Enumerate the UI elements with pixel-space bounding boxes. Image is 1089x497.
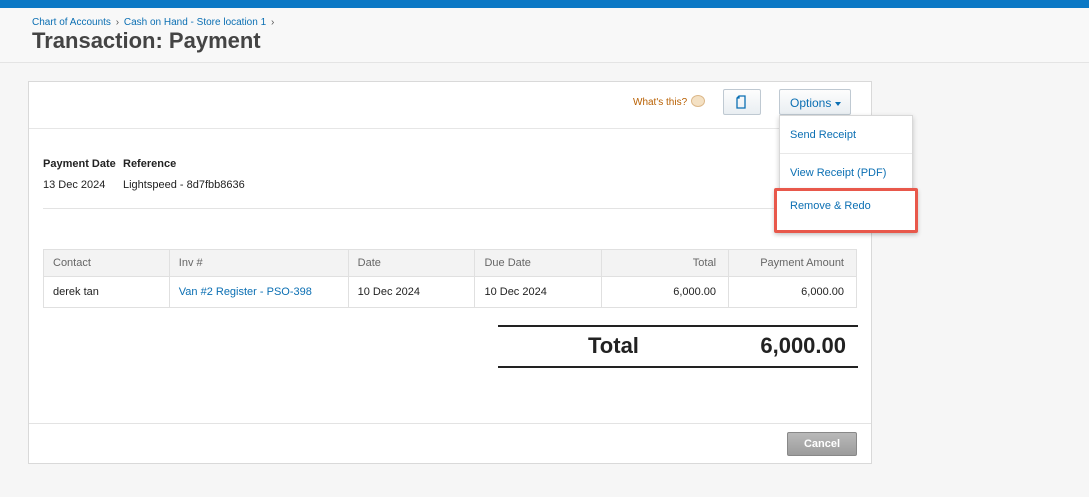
total-label: Total bbox=[588, 333, 639, 358]
column-header-contact: Contact bbox=[43, 249, 170, 277]
payment-table: Contact Inv # Date Due Date Total Paymen… bbox=[43, 249, 857, 308]
document-icon bbox=[736, 95, 746, 109]
chevron-down-icon bbox=[835, 101, 842, 106]
column-header-date: Date bbox=[347, 249, 476, 277]
cell-total: 6,000.00 bbox=[601, 276, 730, 308]
panel-toolbar: What's this? Options bbox=[29, 82, 871, 129]
menu-item-remove-redo-highlight: Remove & Redo bbox=[774, 188, 918, 233]
column-header-payment-amount: Payment Amount bbox=[728, 249, 857, 277]
total-rule-bottom bbox=[498, 366, 858, 368]
table-row: derek tan Van #2 Register - PSO-398 10 D… bbox=[43, 276, 857, 308]
cell-invoice: Van #2 Register - PSO-398 bbox=[168, 276, 349, 308]
reference-label: Reference bbox=[123, 158, 177, 170]
breadcrumb-cash-on-hand[interactable]: Cash on Hand - Store location 1 bbox=[124, 17, 266, 28]
whats-this-link[interactable]: What's this? bbox=[633, 97, 687, 108]
help-bubble-icon[interactable] bbox=[691, 95, 705, 107]
payment-date-label: Payment Date bbox=[43, 158, 116, 170]
cancel-button[interactable]: Cancel bbox=[787, 432, 857, 456]
breadcrumb-separator: › bbox=[115, 17, 120, 28]
breadcrumb: Chart of Accounts › Cash on Hand - Store… bbox=[32, 17, 276, 28]
breadcrumb-separator: › bbox=[270, 17, 275, 28]
menu-item-remove-redo[interactable]: Remove & Redo bbox=[790, 200, 871, 212]
reference-value: Lightspeed - 8d7fbb8636 bbox=[123, 179, 245, 191]
total-value: 6,000.00 bbox=[760, 333, 846, 358]
details-divider bbox=[43, 208, 857, 209]
page-title: Transaction: Payment bbox=[32, 28, 261, 53]
column-header-total: Total bbox=[601, 249, 730, 277]
options-label: Options bbox=[790, 96, 832, 110]
invoice-link[interactable]: Van #2 Register - PSO-398 bbox=[179, 286, 312, 298]
payment-date-value: 13 Dec 2024 bbox=[43, 179, 106, 191]
cell-contact: derek tan bbox=[43, 276, 170, 308]
top-accent-bar bbox=[0, 0, 1089, 8]
menu-item-send-receipt[interactable]: Send Receipt bbox=[780, 116, 912, 152]
cell-due-date: 10 Dec 2024 bbox=[474, 276, 603, 308]
table-header-row: Contact Inv # Date Due Date Total Paymen… bbox=[43, 249, 857, 277]
footer-divider bbox=[29, 423, 871, 424]
menu-item-view-receipt-pdf[interactable]: View Receipt (PDF) bbox=[780, 153, 912, 189]
page-header: Chart of Accounts › Cash on Hand - Store… bbox=[0, 8, 1089, 63]
document-button[interactable] bbox=[723, 89, 761, 115]
total-rule-top bbox=[498, 325, 858, 327]
options-button[interactable]: Options bbox=[779, 89, 851, 115]
column-header-due-date: Due Date bbox=[474, 249, 603, 277]
cell-payment-amount: 6,000.00 bbox=[728, 276, 857, 308]
cell-date: 10 Dec 2024 bbox=[347, 276, 476, 308]
column-header-invoice: Inv # bbox=[168, 249, 349, 277]
breadcrumb-chart-of-accounts[interactable]: Chart of Accounts bbox=[32, 17, 111, 28]
